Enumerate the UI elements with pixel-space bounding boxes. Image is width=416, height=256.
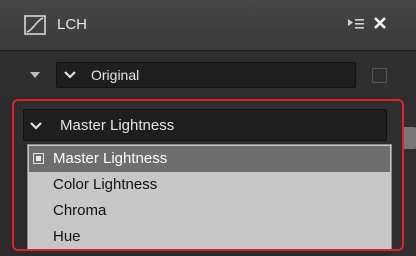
- channel-selector-row: Master Lightness: [17, 104, 397, 144]
- channel-dropdown-label: Master Lightness: [60, 117, 175, 134]
- lch-curve-icon: [24, 15, 46, 35]
- left-gutter: [0, 97, 14, 256]
- lch-panel: LCH Original Master Lightness Master Lig…: [0, 0, 416, 256]
- preset-checkbox[interactable]: [372, 68, 387, 83]
- close-icon[interactable]: [372, 15, 388, 31]
- preset-row: Original: [0, 51, 416, 97]
- panel-menu-icon[interactable]: [348, 16, 364, 32]
- panel-title-bar: LCH: [0, 0, 416, 51]
- option-color-lightness[interactable]: Color Lightness: [29, 172, 390, 198]
- preset-dropdown-label: Original: [91, 67, 140, 83]
- triangle-down-icon[interactable]: [30, 71, 40, 79]
- preset-dropdown[interactable]: Original: [56, 62, 356, 88]
- channel-dropdown[interactable]: Master Lightness: [23, 109, 387, 141]
- option-label: Hue: [53, 228, 81, 245]
- channel-options-list: Master Lightness Color Lightness Chroma …: [27, 144, 392, 250]
- option-label: Master Lightness: [53, 150, 168, 167]
- option-master-lightness[interactable]: Master Lightness: [29, 146, 390, 172]
- option-label: Chroma: [53, 202, 107, 219]
- scrollbar-thumb[interactable]: [402, 127, 416, 149]
- chevron-down-icon: [30, 122, 42, 130]
- option-hue[interactable]: Hue: [29, 224, 390, 250]
- panel-title: LCH: [57, 16, 88, 33]
- option-chroma[interactable]: Chroma: [29, 198, 390, 224]
- chevron-down-icon: [64, 71, 76, 79]
- selected-check-icon: [33, 153, 44, 164]
- option-label: Color Lightness: [53, 176, 158, 193]
